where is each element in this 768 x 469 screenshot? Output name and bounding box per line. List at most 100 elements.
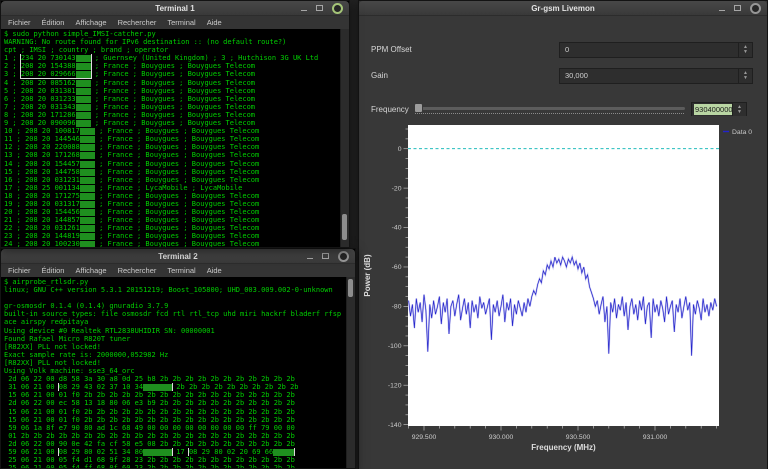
menu-item-aide[interactable]: Aide — [207, 18, 222, 27]
maximize-icon[interactable] — [316, 5, 323, 11]
spinner-arrows-icon[interactable]: ▲ ▼ — [738, 43, 752, 57]
terminal-line: 9 ; 208 20 090096 ; France ; Bouygues ; … — [4, 119, 256, 128]
window-buttons — [719, 1, 761, 15]
redacted-block — [79, 209, 95, 217]
terminal2-title: Terminal 2 — [158, 251, 198, 261]
terminal-line: 19 ; 208 20 031317 ; France ; Bouygues ;… — [4, 199, 260, 208]
y-tick-label: -100 — [388, 343, 402, 350]
minimize-icon[interactable] — [719, 6, 725, 11]
terminal-line: 25 06 21 00 05 f4 ff 68 0f 60 23 2b 2b 2… — [4, 464, 345, 468]
terminal-line: 15 ; 208 20 144758 ; France ; Bouygues ;… — [4, 167, 260, 176]
gain-spinbox[interactable]: 30,000 ▲ ▼ — [559, 68, 753, 84]
terminal-line: 2d 06 22 00 ec 58 13 18 80 06 e3 b9 2b 2… — [4, 399, 295, 408]
terminal-line: 5 ; 208 20 031381 ; France ; Bouygues ; … — [4, 86, 256, 95]
terminal-line: Using Volk machine: sse3_64_orc — [4, 367, 135, 376]
spinner-arrows-icon[interactable]: ▲ ▼ — [732, 103, 746, 117]
terminal-line: 31 06 21 00 08 29 43 02 37 10 34 2b 2b 2… — [4, 383, 299, 392]
minimize-icon[interactable] — [301, 6, 307, 11]
livemon-titlebar[interactable]: Gr-gsm Livemon — [359, 1, 767, 16]
terminal1-titlebar[interactable]: Terminal 1 — [1, 1, 349, 16]
maximize-icon[interactable] — [734, 5, 741, 11]
terminal-line: 15 06 21 00 01 f0 2b 2b 2b 2b 2b 2b 2b 2… — [4, 415, 295, 424]
redacted-block — [79, 152, 95, 160]
terminal-line: 14 ; 208 20 154457 ; France ; Bouygues ;… — [4, 159, 260, 168]
menu-item-terminal[interactable]: Terminal — [167, 18, 195, 27]
menu-item-rechercher[interactable]: Rechercher — [118, 266, 157, 275]
menu-item-affichage[interactable]: Affichage — [75, 266, 106, 275]
terminal-line: 59 06 21 00 08 29 80 02 51 34 80 17 08 2… — [4, 447, 345, 457]
ppm-offset-label: PPM Offset — [371, 45, 412, 54]
x-axis-title: Frequency (MHz) — [531, 443, 596, 452]
terminal-line: linux; GNU C++ version 5.3.1 20151219; B… — [4, 286, 333, 295]
menu-item-terminal[interactable]: Terminal — [167, 266, 195, 275]
terminal-line: 10 ; 208 20 100817 ; France ; Bouygues ;… — [4, 127, 260, 136]
terminal-line: Exact sample rate is: 2000000,052982 Hz — [4, 350, 169, 359]
x-tick-label: 929.500 — [412, 434, 437, 441]
livemon-window: Gr-gsm Livemon PPM Offset 0 ▲ ▼ Gain 30,0… — [358, 0, 768, 469]
window-buttons — [301, 1, 343, 15]
redacted-block — [79, 241, 95, 247]
legend-label: Data 0 — [732, 129, 752, 136]
menu-item-affichage[interactable]: Affichage — [75, 18, 106, 27]
menu-item-dition[interactable]: Édition — [42, 266, 65, 275]
terminal-line: 25 06 21 00 05 f4 d1 68 9f 28 23 2b 2b 2… — [4, 456, 295, 465]
redacted-block — [75, 111, 91, 119]
scrollbar-thumb[interactable] — [342, 214, 347, 240]
close-icon[interactable] — [338, 250, 349, 262]
terminal-line: $ airprobe_rtlsdr.py — [4, 278, 89, 286]
spectrum-plot[interactable]: 0 -20 -40 -60 -80 -100 -120 -140 929.500 930.000 9… — [359, 116, 767, 469]
menu-item-aide[interactable]: Aide — [207, 266, 222, 275]
y-tick-label: -40 — [392, 225, 402, 232]
gain-value[interactable]: 30,000 — [560, 69, 738, 83]
ppm-offset-spinbox[interactable]: 0 ▲ ▼ — [559, 42, 753, 58]
menu-item-rechercher[interactable]: Rechercher — [118, 18, 157, 27]
spinner-arrows-icon[interactable]: ▲ ▼ — [738, 69, 752, 83]
y-tick-label: -140 — [388, 422, 402, 429]
close-icon[interactable] — [332, 2, 343, 14]
y-tick-label: -60 — [392, 264, 402, 271]
terminal-line: cpt ; IMSI ; country ; brand ; operator — [4, 46, 169, 55]
terminal-line: [R82XX] PLL not locked! — [4, 358, 101, 367]
slider-groove[interactable] — [414, 107, 685, 110]
redacted-block — [79, 184, 95, 192]
redacted-block — [79, 225, 95, 233]
terminal-line: 11 ; 208 20 144546 ; France ; Bouygues ;… — [4, 135, 260, 144]
terminal1-text: $ sudo python simple_IMSI-catcher.py WARN… — [4, 30, 339, 247]
gain-label: Gain — [371, 71, 388, 80]
menu-item-dition[interactable]: Édition — [42, 18, 65, 27]
highlight-box: 208 20 029666 — [19, 70, 92, 79]
maximize-icon[interactable] — [322, 253, 329, 259]
terminal-line: WARNING: No route found for IPv6 destina… — [4, 38, 287, 47]
terminal2-scrollbar[interactable] — [346, 277, 355, 468]
minimize-icon[interactable] — [307, 254, 313, 259]
slider-handle[interactable] — [414, 103, 423, 113]
redacted-block — [79, 233, 95, 241]
redacted-block — [79, 200, 95, 208]
ppm-offset-value[interactable]: 0 — [560, 43, 738, 57]
scrollbar-thumb[interactable] — [348, 279, 353, 297]
terminal-line: 16 ; 208 20 031231 ; France ; Bouygues ;… — [4, 175, 260, 184]
terminal-line: Using device #0 Realtek RTL2838UHIDIR SN… — [4, 326, 215, 335]
terminal1-scrollbar[interactable] — [340, 29, 349, 247]
redacted-block — [79, 176, 95, 184]
x-tick-label: 930.500 — [566, 434, 591, 441]
x-tick-label: 931.000 — [643, 434, 668, 441]
redacted-block — [79, 136, 95, 144]
terminal-line: gr-osmosdr 0.1.4 (0.1.4) gnuradio 3.7.9 — [4, 302, 169, 311]
terminal2-titlebar[interactable]: Terminal 2 — [1, 249, 355, 264]
terminal-line: 2d 06 22 00 90 0e 42 fa cf 58 e5 08 2b 2… — [4, 439, 295, 448]
highlight-box: 208 20 154388 — [19, 62, 92, 71]
menu-item-fichier[interactable]: Fichier — [8, 18, 31, 27]
frequency-value[interactable]: 930400000 — [692, 103, 732, 117]
window-buttons — [307, 249, 349, 263]
redacted-block — [79, 144, 95, 152]
terminal-line: 21 ; 208 20 144857 ; France ; Bouygues ;… — [4, 216, 260, 225]
terminal2-text: $ airprobe_rtlsdr.py linux; GNU C++ versi… — [4, 278, 345, 468]
livemon-title: Gr-gsm Livemon — [531, 3, 595, 13]
close-icon[interactable] — [750, 2, 761, 14]
frequency-slider[interactable] — [414, 101, 685, 117]
terminal-line: 7 ; 208 20 031343 ; France ; Bouygues ; … — [4, 102, 256, 111]
terminal1-content: $ sudo python simple_IMSI-catcher.py WARN… — [1, 29, 349, 247]
menu-item-fichier[interactable]: Fichier — [8, 266, 31, 275]
